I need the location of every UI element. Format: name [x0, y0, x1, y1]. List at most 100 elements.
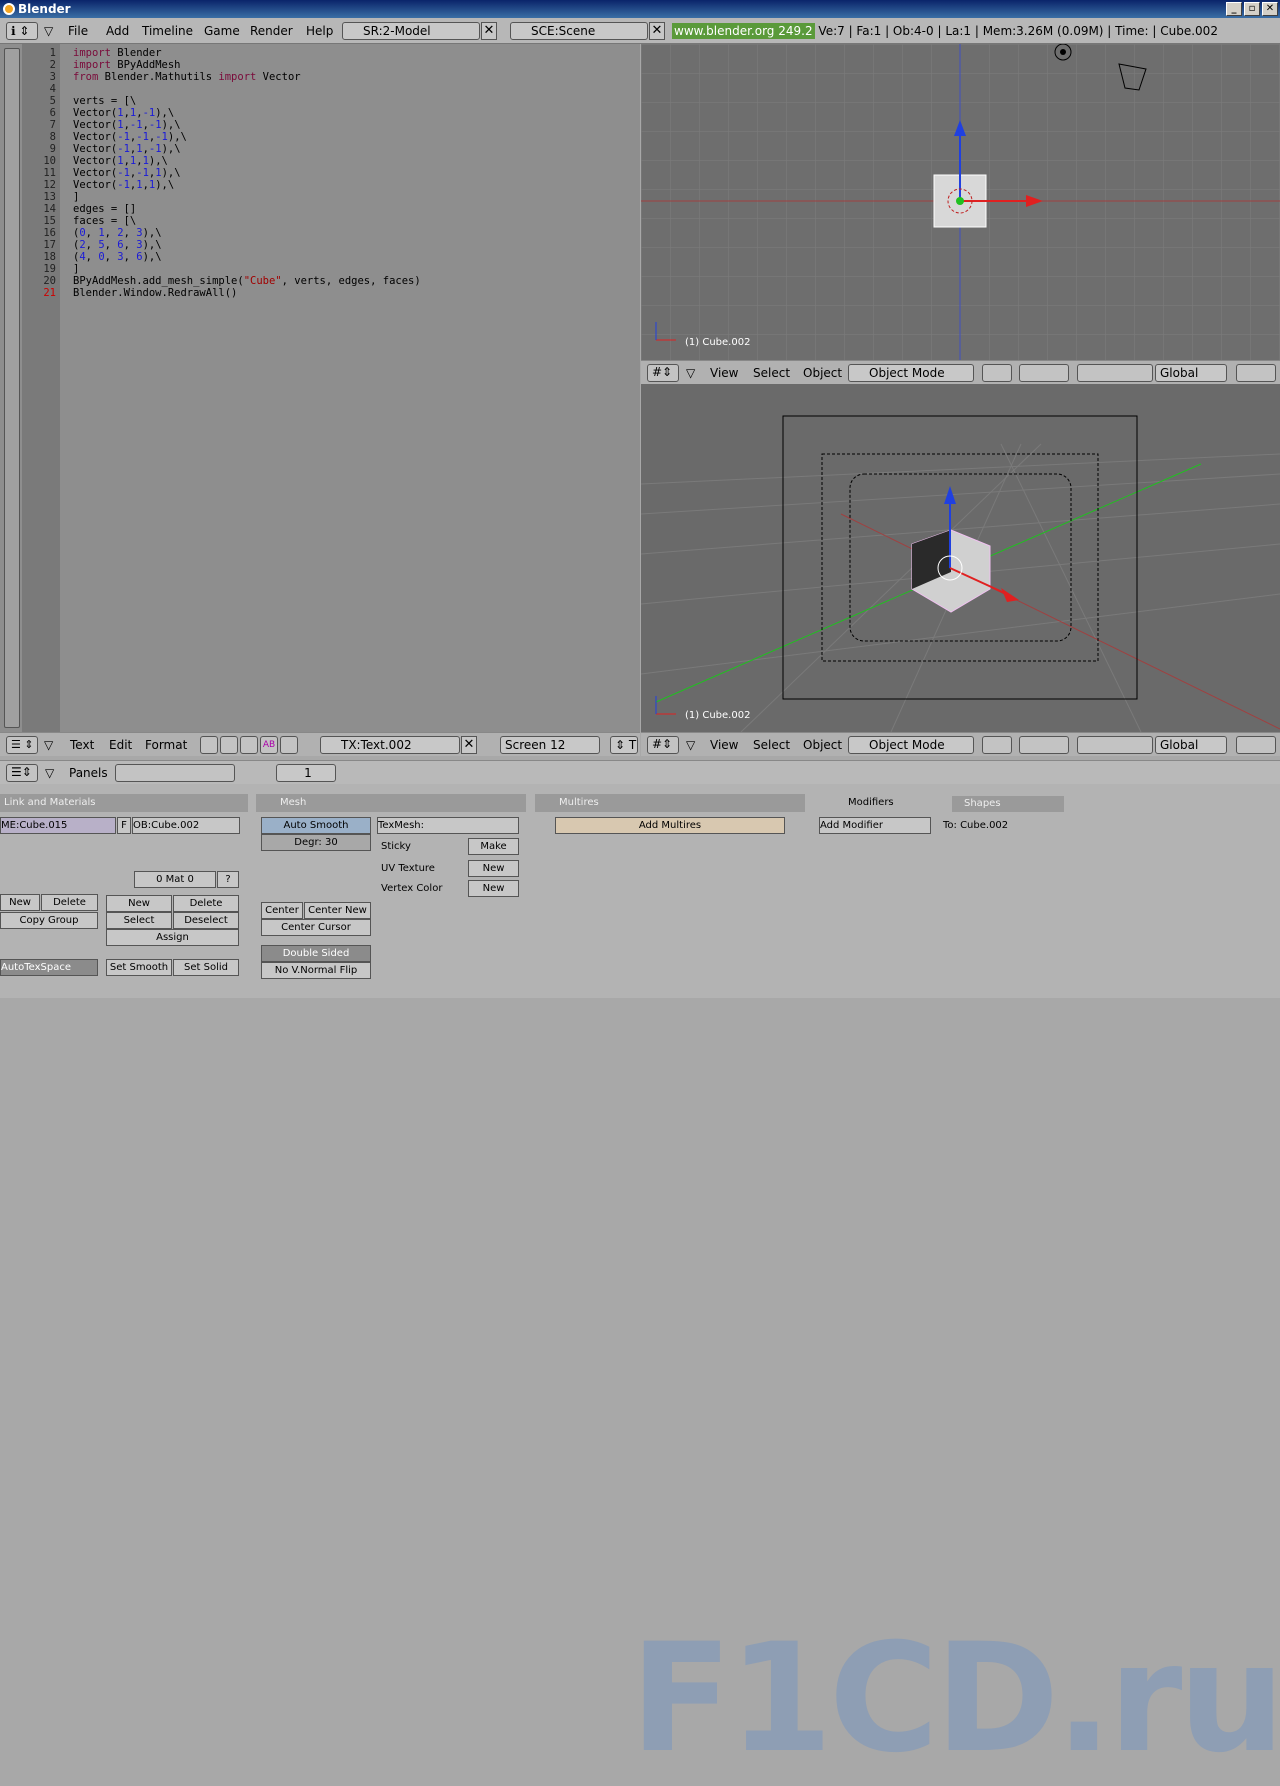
texmesh-field[interactable]: TexMesh:	[377, 817, 519, 834]
menu-timeline[interactable]: Timeline	[142, 23, 193, 39]
center-button[interactable]: Center	[261, 902, 303, 919]
copy-group-button[interactable]: Copy Group	[0, 912, 98, 929]
center-cursor-button[interactable]: Center Cursor	[261, 919, 371, 936]
camera-view-canvas[interactable]	[641, 384, 1280, 732]
vertex-color-new-button[interactable]: New	[468, 880, 519, 897]
viewport-camera[interactable]: (1) Cube.002	[641, 384, 1280, 732]
editor-type-menu[interactable]: ℹ ⇕	[6, 22, 38, 40]
degree-field[interactable]: Degr: 30	[261, 834, 371, 851]
mesh-datablock-field[interactable]: ME:Cube.015	[0, 817, 116, 834]
top-view-canvas[interactable]	[641, 44, 1280, 360]
auto-smooth-toggle[interactable]: Auto Smooth	[261, 817, 371, 834]
sticky-make-button[interactable]: Make	[468, 838, 519, 855]
material-assign-button[interactable]: Assign	[106, 929, 239, 946]
menu-render[interactable]: Render	[250, 23, 293, 39]
line-numbers-icon[interactable]	[220, 736, 238, 754]
text-editor[interactable]: 1 import Blender 2 import BPyAddMesh 3 from B…	[0, 44, 640, 732]
menu-select[interactable]: Select	[753, 366, 790, 380]
object-datablock-field[interactable]: OB:Cube.002	[132, 817, 240, 834]
menu-add[interactable]: Add	[106, 23, 129, 39]
menu-file[interactable]: File	[68, 23, 88, 39]
code-line[interactable]: ]	[73, 191, 79, 203]
object-mode-select[interactable]: Object Mode	[848, 364, 974, 382]
context-tab-icons[interactable]	[115, 764, 235, 782]
tab-shapes[interactable]: Shapes	[952, 796, 1064, 812]
code-line[interactable]: BPyAddMesh.add_mesh_simple("Cube", verts…	[73, 275, 421, 287]
menu-help[interactable]: Help	[306, 23, 333, 39]
editor-type-menu[interactable]: #⇕	[647, 364, 679, 382]
maximize-button[interactable]: ▫	[1244, 2, 1260, 16]
material-deselect-button[interactable]: Deselect	[173, 912, 239, 929]
autotexspace-toggle[interactable]: AutoTexSpace	[0, 959, 98, 976]
code-line[interactable]: (4, 0, 3, 6),\	[73, 251, 162, 263]
code-line[interactable]: ]	[73, 263, 79, 275]
code-line[interactable]: Vector(1,1,1),\	[73, 155, 168, 167]
code-line[interactable]: edges = []	[73, 203, 136, 215]
screen-delete-icon[interactable]: ✕	[481, 22, 497, 40]
text-delete-icon[interactable]: ✕	[461, 736, 477, 754]
double-sided-toggle[interactable]: Double Sided	[261, 945, 371, 962]
code-line[interactable]: Blender.Window.RedrawAll()	[73, 287, 237, 299]
material-index-field[interactable]: 0 Mat 0	[134, 871, 216, 888]
code-line[interactable]: Vector(-1,1,1),\	[73, 179, 174, 191]
layers-icon[interactable]	[1236, 364, 1276, 382]
fullscreen-icon[interactable]	[200, 736, 218, 754]
panel-link-materials-title[interactable]: Link and Materials	[0, 794, 248, 812]
frame-number-field[interactable]: 1	[276, 764, 336, 782]
code-line[interactable]: import Blender	[73, 47, 162, 59]
text-datablock-field[interactable]: TX:Text.002	[320, 736, 460, 754]
code-line[interactable]: Vector(1,1,-1),\	[73, 107, 174, 119]
material-new-button[interactable]: New	[106, 895, 172, 912]
editor-type-menu[interactable]: #⇕	[647, 736, 679, 754]
collapse-icon[interactable]: ▽	[45, 766, 54, 780]
editor-type-menu[interactable]: ☰ ⇕	[6, 736, 38, 754]
object-mode-select[interactable]: Object Mode	[848, 736, 974, 754]
menu-object[interactable]: Object	[803, 738, 842, 752]
material-select-button[interactable]: Select	[106, 912, 172, 929]
code-line[interactable]: (2, 5, 6, 3),\	[73, 239, 162, 251]
set-smooth-button[interactable]: Set Smooth	[106, 959, 172, 976]
pivot-icon[interactable]	[1019, 364, 1069, 382]
draw-type-icon[interactable]	[982, 364, 1012, 382]
word-wrap-icon[interactable]	[240, 736, 258, 754]
viewport-top[interactable]: (1) Cube.002	[641, 44, 1280, 360]
code-line[interactable]: (0, 1, 2, 3),\	[73, 227, 162, 239]
close-button[interactable]: ✕	[1262, 2, 1278, 16]
code-line[interactable]: Vector(-1,-1,1),\	[73, 167, 181, 179]
code-line[interactable]: faces = [\	[73, 215, 136, 227]
collapse-icon[interactable]: ▽	[686, 738, 695, 752]
menu-game[interactable]: Game	[204, 23, 240, 39]
scene-delete-icon[interactable]: ✕	[649, 22, 665, 40]
layers-icon[interactable]	[1236, 736, 1276, 754]
center-new-button[interactable]: Center New	[304, 902, 371, 919]
code-line[interactable]: Vector(-1,-1,-1),\	[73, 131, 187, 143]
menu-object[interactable]: Object	[803, 366, 842, 380]
vgroup-new-button[interactable]: New	[0, 894, 40, 911]
tab-width-field[interactable]: ⇕ T	[610, 736, 638, 754]
orientation-select[interactable]: Global	[1155, 736, 1227, 754]
collapse-icon[interactable]: ▽	[44, 23, 53, 39]
screen-field[interactable]: SR:2-Model	[342, 22, 480, 40]
minimize-button[interactable]: _	[1226, 2, 1242, 16]
add-modifier-button[interactable]: Add Modifier	[819, 817, 931, 834]
draw-type-icon[interactable]	[982, 736, 1012, 754]
font-size-select[interactable]: Screen 12	[500, 736, 600, 754]
text-scrollbar[interactable]	[4, 48, 20, 728]
orientation-select[interactable]: Global	[1155, 364, 1227, 382]
collapse-icon[interactable]: ▽	[686, 366, 695, 380]
code-line[interactable]: Vector(-1,1,-1),\	[73, 143, 181, 155]
menu-text[interactable]: Text	[70, 738, 94, 752]
collapse-icon[interactable]: ▽	[44, 738, 53, 752]
code-line[interactable]: import BPyAddMesh	[73, 59, 180, 71]
set-solid-button[interactable]: Set Solid	[173, 959, 239, 976]
menu-view[interactable]: View	[710, 738, 738, 752]
menu-select[interactable]: Select	[753, 738, 790, 752]
website-link[interactable]: www.blender.org 249.2	[672, 23, 815, 39]
panel-multires-title[interactable]: Multires	[535, 794, 805, 812]
tab-modifiers[interactable]: Modifiers	[814, 794, 952, 812]
menu-edit[interactable]: Edit	[109, 738, 132, 752]
menu-view[interactable]: View	[710, 366, 738, 380]
scene-field[interactable]: SCE:Scene	[510, 22, 648, 40]
code-line[interactable]: Vector(1,-1,-1),\	[73, 119, 181, 131]
material-help-button[interactable]: ?	[217, 871, 239, 888]
